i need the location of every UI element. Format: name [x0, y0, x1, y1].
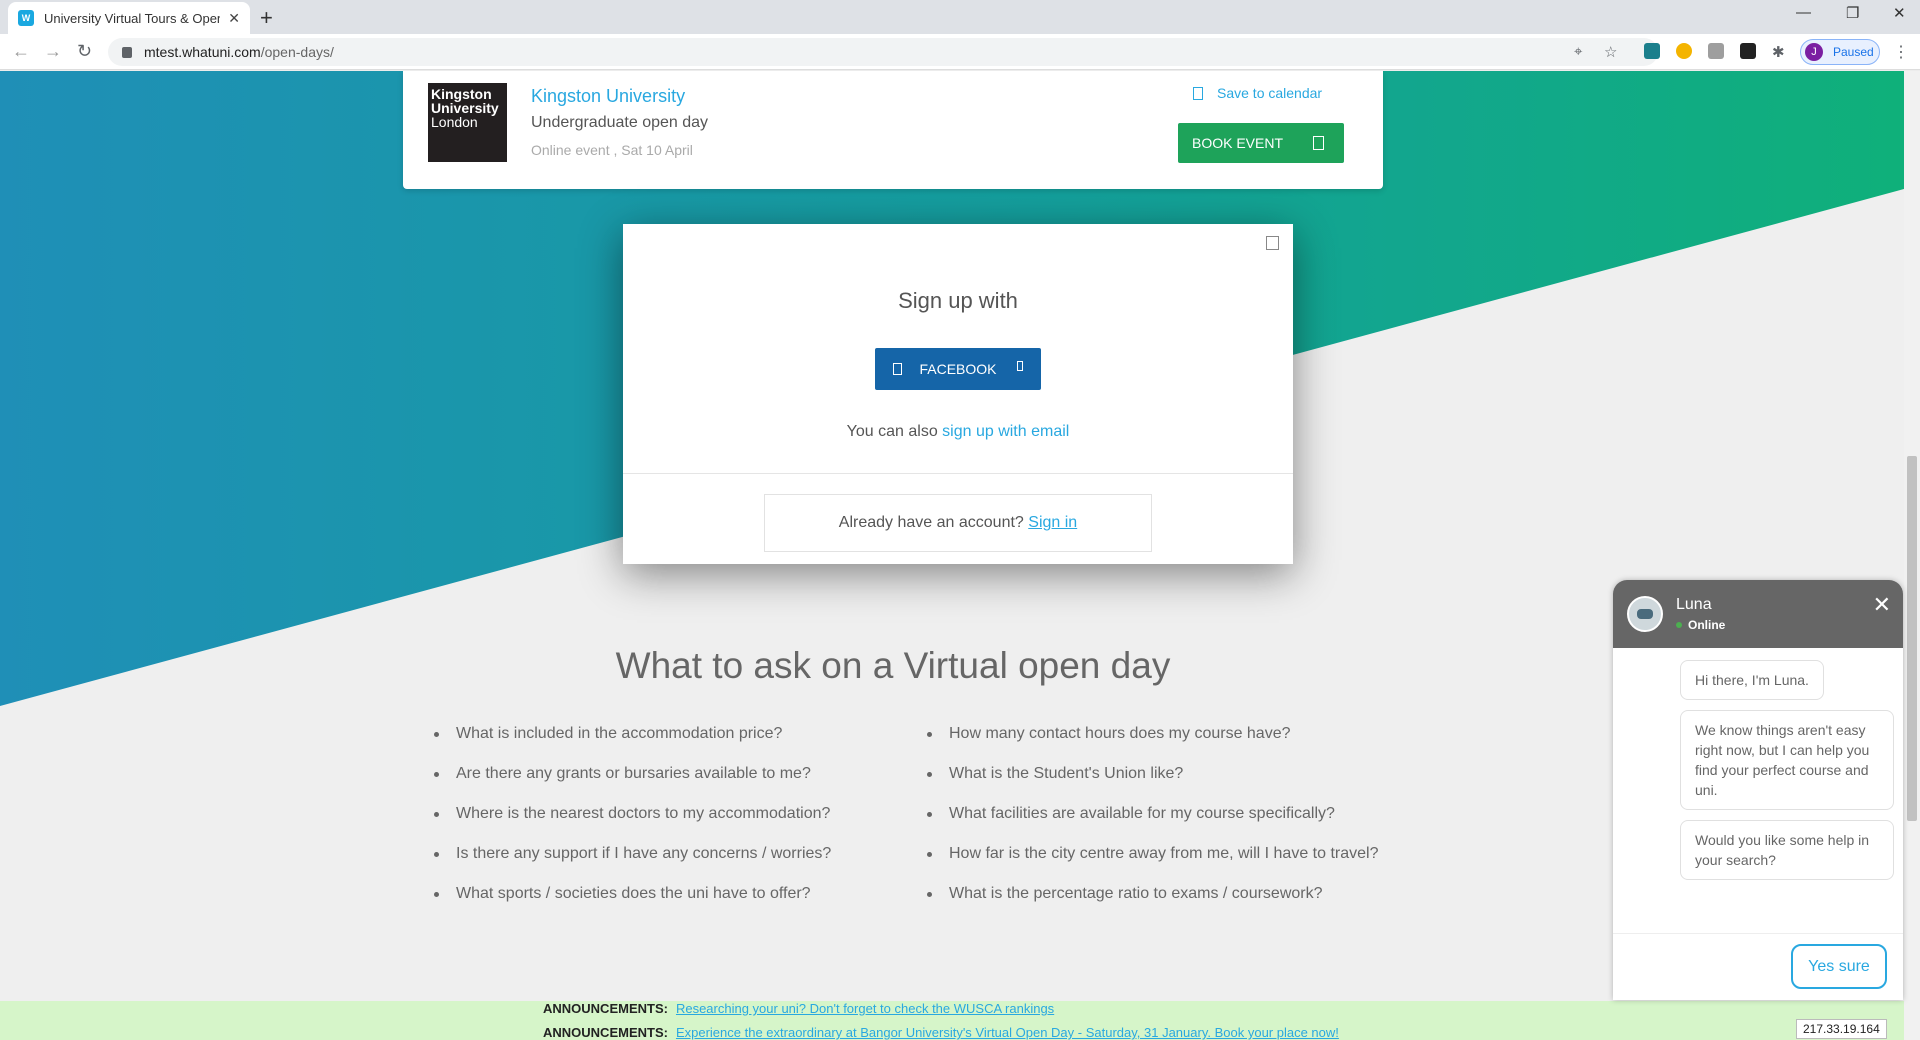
back-icon[interactable]: ← — [12, 41, 30, 62]
scrollbar-thumb[interactable] — [1907, 456, 1917, 821]
modal-title: Sign up with — [898, 288, 1018, 313]
list-item: Where is the nearest doctors to my accom… — [434, 802, 831, 842]
ip-address-badge: 217.33.19.164 — [1796, 1019, 1887, 1039]
announcement-ticker: ANNOUNCEMENTS: Researching your uni? Don'… — [0, 1001, 1904, 1040]
extensions-puzzle-icon[interactable]: ✱ — [1772, 43, 1785, 61]
section-title: What to ask on a Virtual open day — [615, 645, 1171, 686]
external-link-icon — [1313, 136, 1324, 150]
lock-icon — [122, 46, 132, 58]
chat-status: Online — [1676, 618, 1725, 632]
tab-title: University Virtual Tours & Open D — [44, 10, 221, 26]
browser-menu-icon[interactable]: ⋮ — [1893, 42, 1909, 62]
bookmark-star-icon[interactable]: ☆ — [1604, 43, 1617, 61]
facebook-label: FACEBOOK — [919, 361, 997, 377]
announcement-item[interactable]: ANNOUNCEMENTS: Researching your uni? Don'… — [543, 1001, 1054, 1016]
chat-agent-name: Luna — [1676, 596, 1712, 613]
extension-icon[interactable] — [1644, 43, 1660, 59]
reload-icon[interactable]: ↻ — [77, 41, 92, 62]
location-icon[interactable]: ⌖ — [1574, 43, 1582, 60]
question-list-right: How many contact hours does my course ha… — [927, 722, 1378, 922]
facebook-signup-button[interactable]: FACEBOOK — [875, 348, 1041, 390]
window-close-icon[interactable]: ✕ — [1893, 4, 1906, 22]
browser-tabstrip: W University Virtual Tours & Open D ✕ + … — [0, 0, 1920, 34]
extension-icon[interactable] — [1708, 43, 1724, 59]
minimize-icon[interactable]: — — [1796, 4, 1811, 21]
chat-message: Hi there, I'm Luna. — [1680, 660, 1824, 700]
list-item: What is the percentage ratio to exams / … — [927, 882, 1378, 922]
extension-icon[interactable] — [1740, 43, 1756, 59]
signin-link[interactable]: Sign in — [1028, 514, 1077, 531]
chat-message: We know things aren't easy right now, bu… — [1680, 710, 1894, 810]
online-dot-icon — [1676, 622, 1682, 628]
chat-footer: Yes sure — [1613, 933, 1903, 1000]
signin-box: Already have an account? Sign in — [764, 494, 1152, 552]
browser-tab[interactable]: W University Virtual Tours & Open D ✕ — [8, 2, 250, 34]
save-to-calendar-label: Save to calendar — [1217, 85, 1323, 101]
url-path: /open-days/ — [260, 44, 334, 60]
book-event-button[interactable]: BOOK EVENT — [1178, 123, 1344, 163]
list-item: How far is the city centre away from me,… — [927, 842, 1378, 882]
book-event-label: BOOK EVENT — [1192, 135, 1284, 151]
profile-status: Paused — [1833, 45, 1874, 59]
chat-widget: Luna Online ✕ Hi there, I'm Luna. We kno… — [1613, 580, 1903, 1000]
list-item: What is included in the accommodation pr… — [434, 722, 831, 762]
extension-icon[interactable] — [1676, 43, 1692, 59]
tab-close-icon[interactable]: ✕ — [228, 10, 240, 27]
url-host: mtest.whatuni.com — [144, 44, 261, 60]
arrow-icon — [1017, 361, 1023, 371]
university-logo: Kingston University London — [428, 83, 507, 162]
list-item: What facilities are available for my cou… — [927, 802, 1378, 842]
alt-signup-line: You can also sign up with email — [846, 423, 1070, 440]
divider — [623, 473, 1293, 474]
list-item: Are there any grants or bursaries availa… — [434, 762, 831, 802]
chat-close-icon[interactable]: ✕ — [1873, 594, 1891, 616]
announcement-item[interactable]: ANNOUNCEMENTS: Experience the extraordina… — [543, 1025, 1339, 1040]
modal-close-icon[interactable] — [1266, 236, 1279, 250]
site-favicon-icon: W — [18, 10, 34, 26]
calendar-icon — [1193, 86, 1203, 100]
save-to-calendar-link[interactable]: Save to calendar — [1193, 85, 1322, 101]
forward-icon[interactable]: → — [44, 41, 62, 62]
list-item: Is there any support if I have any conce… — [434, 842, 831, 882]
chat-header: Luna Online ✕ — [1613, 580, 1903, 648]
restore-icon[interactable]: ❐ — [1846, 4, 1859, 22]
event-card: Kingston University London Kingston Univer… — [403, 71, 1383, 189]
profile-button[interactable]: J Paused — [1800, 39, 1880, 65]
page-scrollbar[interactable] — [1904, 71, 1920, 1040]
university-name-link[interactable]: Kingston University — [531, 86, 685, 107]
facebook-icon — [893, 363, 902, 375]
list-item: How many contact hours does my course ha… — [927, 722, 1378, 762]
new-tab-icon[interactable]: + — [260, 5, 273, 31]
question-list-left: What is included in the accommodation pr… — [434, 722, 831, 922]
list-item: What sports / societies does the uni hav… — [434, 882, 831, 922]
address-bar[interactable]: mtest.whatuni.com/open-days/ — [108, 38, 1658, 66]
yes-sure-button[interactable]: Yes sure — [1791, 944, 1887, 989]
signup-modal: Sign up with FACEBOOK You can also sign … — [623, 224, 1293, 564]
event-date: Online event , Sat 10 April — [531, 142, 693, 158]
chatbot-avatar — [1627, 596, 1663, 632]
signup-email-link[interactable]: sign up with email — [942, 423, 1069, 440]
list-item: What is the Student's Union like? — [927, 762, 1378, 802]
chat-message: Would you like some help in your search? — [1680, 820, 1894, 880]
avatar: J — [1805, 43, 1823, 61]
event-type: Undergraduate open day — [531, 114, 709, 131]
browser-toolbar: ← → ↻ mtest.whatuni.com/open-days/ ⌖ ☆ ✱… — [0, 34, 1920, 70]
